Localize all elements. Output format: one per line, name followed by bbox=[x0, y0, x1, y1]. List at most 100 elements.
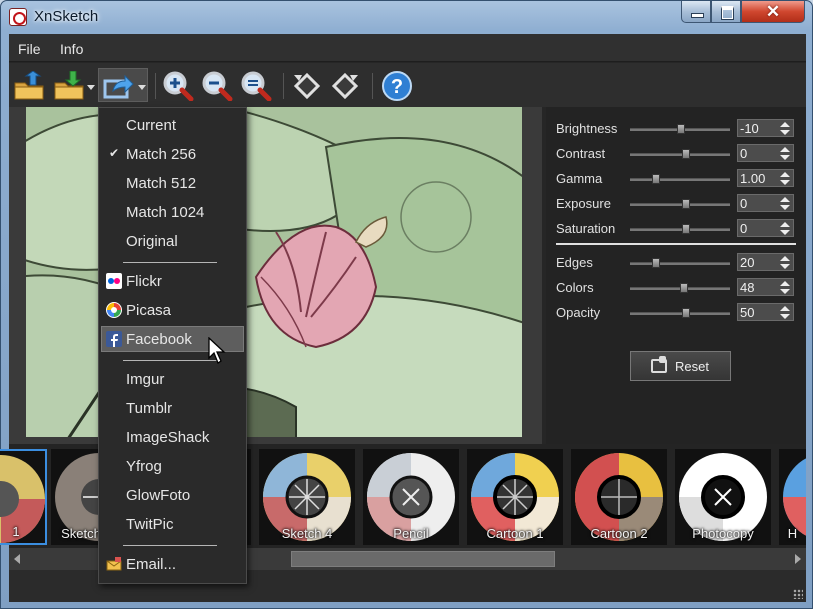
saturation-slider[interactable] bbox=[630, 228, 730, 231]
exposure-slider[interactable] bbox=[630, 203, 730, 206]
edges-spinbox[interactable]: 20 bbox=[737, 253, 794, 271]
spin-up-icon[interactable] bbox=[780, 122, 790, 127]
spin-up-icon[interactable] bbox=[780, 222, 790, 227]
menu-item-current[interactable]: Current bbox=[101, 112, 244, 138]
rotate-right-button[interactable] bbox=[329, 71, 361, 101]
edges-value[interactable]: 20 bbox=[740, 255, 754, 270]
zoom-fit-button[interactable] bbox=[241, 71, 273, 102]
edges-slider-thumb[interactable] bbox=[652, 258, 660, 268]
minimize-button[interactable] bbox=[681, 1, 711, 23]
maximize-button[interactable] bbox=[711, 1, 741, 23]
effect-thumbnail[interactable]: Photocopy bbox=[675, 449, 771, 545]
spin-up-icon[interactable] bbox=[780, 147, 790, 152]
menu-item-imageshack[interactable]: ImageShack bbox=[101, 424, 244, 450]
menu-separator bbox=[123, 360, 217, 361]
zoom-out-button[interactable] bbox=[202, 71, 234, 102]
close-button[interactable]: ✕ bbox=[741, 1, 805, 23]
effect-label: Photocopy bbox=[692, 526, 754, 541]
effect-thumbnail[interactable]: Sketch 4 bbox=[259, 449, 355, 545]
save-dropdown-arrow[interactable] bbox=[87, 85, 95, 90]
colors-spinbox[interactable]: 48 bbox=[737, 278, 794, 296]
spin-up-icon[interactable] bbox=[780, 197, 790, 202]
scroll-right-icon[interactable] bbox=[795, 554, 801, 564]
picasa-petals bbox=[107, 303, 121, 317]
menu-item-match-512[interactable]: Match 512 bbox=[101, 170, 244, 196]
exposure-slider-thumb[interactable] bbox=[682, 199, 690, 209]
open-button[interactable] bbox=[13, 70, 45, 101]
gamma-value[interactable]: 1.00 bbox=[740, 171, 765, 186]
gamma-row: Gamma 1.00 bbox=[556, 169, 796, 189]
menu-item-yfrog[interactable]: Yfrog bbox=[101, 453, 244, 479]
xnsketch-app-icon[interactable] bbox=[9, 8, 27, 26]
saturation-slider-thumb[interactable] bbox=[682, 224, 690, 234]
toolbar: ? bbox=[9, 63, 806, 107]
contrast-slider[interactable] bbox=[630, 153, 730, 156]
spin-down-icon[interactable] bbox=[780, 180, 790, 185]
help-button[interactable]: ? bbox=[381, 71, 413, 101]
menu-item-picasa[interactable]: Picasa bbox=[101, 297, 244, 323]
gamma-slider-thumb[interactable] bbox=[652, 174, 660, 184]
scroll-left-icon[interactable] bbox=[14, 554, 20, 564]
rotate-left-button[interactable] bbox=[291, 71, 323, 101]
menu-item-twitpic[interactable]: TwitPic bbox=[101, 511, 244, 537]
saturation-value[interactable]: 0 bbox=[740, 221, 747, 236]
contrast-slider-thumb[interactable] bbox=[682, 149, 690, 159]
menu-separator bbox=[123, 262, 217, 263]
menu-item-imgur[interactable]: Imgur bbox=[101, 366, 244, 392]
menu-item-original[interactable]: Original bbox=[101, 228, 244, 254]
brightness-value[interactable]: -10 bbox=[740, 121, 759, 136]
spin-down-icon[interactable] bbox=[780, 264, 790, 269]
contrast-spinbox[interactable]: 0 bbox=[737, 144, 794, 162]
resize-grip-icon[interactable] bbox=[793, 589, 803, 599]
effect-thumbnail[interactable]: Cartoon 1 bbox=[467, 449, 563, 545]
opacity-slider-thumb[interactable] bbox=[682, 308, 690, 318]
save-button[interactable] bbox=[53, 70, 85, 101]
spin-down-icon[interactable] bbox=[780, 130, 790, 135]
close-icon: ✕ bbox=[765, 2, 781, 21]
menu-info[interactable]: Info bbox=[60, 41, 83, 57]
zoom-in-button[interactable] bbox=[163, 71, 195, 102]
gamma-spinbox[interactable]: 1.00 bbox=[737, 169, 794, 187]
brightness-spinbox[interactable]: -10 bbox=[737, 119, 794, 137]
spin-down-icon[interactable] bbox=[780, 205, 790, 210]
spin-down-icon[interactable] bbox=[780, 289, 790, 294]
zoom-fit-icon bbox=[241, 71, 272, 102]
reset-button[interactable]: Reset bbox=[630, 351, 731, 381]
exposure-value[interactable]: 0 bbox=[740, 196, 747, 211]
effect-thumbnail[interactable]: H bbox=[779, 449, 806, 545]
contrast-value[interactable]: 0 bbox=[740, 146, 747, 161]
image-canvas-area[interactable] bbox=[9, 107, 542, 444]
share-dropdown-arrow[interactable] bbox=[138, 85, 146, 90]
effect-thumbnail[interactable]: Cartoon 2 bbox=[571, 449, 667, 545]
title-bar[interactable]: XnSketch ✕ bbox=[1, 1, 812, 33]
spin-down-icon[interactable] bbox=[780, 155, 790, 160]
exposure-spinbox[interactable]: 0 bbox=[737, 194, 794, 212]
saturation-spinbox[interactable]: 0 bbox=[737, 219, 794, 237]
colors-value[interactable]: 48 bbox=[740, 280, 754, 295]
share-icon bbox=[103, 74, 134, 99]
spin-up-icon[interactable] bbox=[780, 281, 790, 286]
opacity-slider[interactable] bbox=[630, 312, 730, 315]
menu-file[interactable]: File bbox=[18, 41, 41, 57]
spin-up-icon[interactable] bbox=[780, 172, 790, 177]
effect-thumbnail[interactable]: Pencil bbox=[363, 449, 459, 545]
scrollbar-thumb[interactable] bbox=[291, 551, 555, 567]
menu-item-match-256[interactable]: ✔ Match 256 bbox=[101, 141, 244, 167]
edges-slider[interactable] bbox=[630, 262, 730, 265]
brightness-slider-thumb[interactable] bbox=[677, 124, 685, 134]
share-button[interactable] bbox=[103, 71, 135, 101]
spin-up-icon[interactable] bbox=[780, 256, 790, 261]
menu-item-flickr[interactable]: Flickr bbox=[101, 268, 244, 294]
opacity-value[interactable]: 50 bbox=[740, 305, 754, 320]
spin-down-icon[interactable] bbox=[780, 230, 790, 235]
menu-item-tumblr[interactable]: Tumblr bbox=[101, 395, 244, 421]
menu-item-match-1024[interactable]: Match 1024 bbox=[101, 199, 244, 225]
menu-item-glowfoto[interactable]: GlowFoto bbox=[101, 482, 244, 508]
effect-thumbnail[interactable]: 1 bbox=[0, 449, 47, 545]
menu-item-email[interactable]: Email... bbox=[101, 551, 244, 577]
spin-up-icon[interactable] bbox=[780, 306, 790, 311]
opacity-spinbox[interactable]: 50 bbox=[737, 303, 794, 321]
colors-slider-thumb[interactable] bbox=[680, 283, 688, 293]
spin-down-icon[interactable] bbox=[780, 314, 790, 319]
gamma-slider[interactable] bbox=[630, 178, 730, 181]
